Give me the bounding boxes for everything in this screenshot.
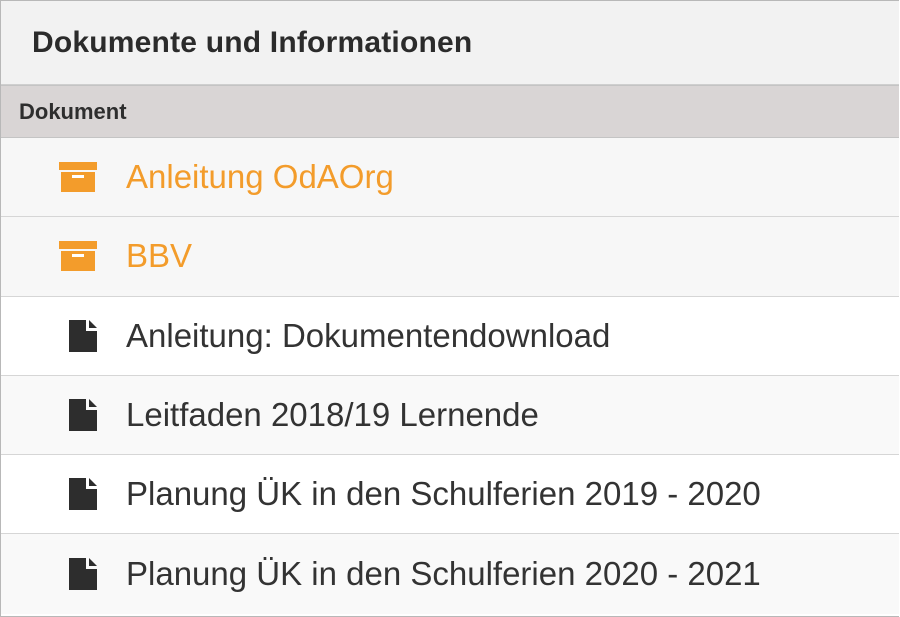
file-icon: [69, 399, 97, 432]
documents-panel: Dokumente und Informationen Dokument Anl…: [0, 0, 899, 617]
list-item-file[interactable]: Anleitung: Dokumentendownload: [1, 296, 899, 376]
list-item-label[interactable]: Planung ÜK in den Schulferien 2020 - 202…: [126, 555, 761, 593]
file-icon: [69, 319, 97, 352]
document-list: Anleitung OdAOrg BBV Anleitung: Dokument…: [1, 138, 899, 614]
column-header: Dokument: [1, 85, 899, 138]
list-item-label[interactable]: Leitfaden 2018/19 Lernende: [126, 396, 539, 434]
list-item-label[interactable]: Anleitung: Dokumentendownload: [126, 317, 610, 355]
list-item-label[interactable]: Anleitung OdAOrg: [126, 158, 394, 196]
file-icon: [69, 478, 97, 511]
list-item-label[interactable]: Planung ÜK in den Schulferien 2019 - 202…: [126, 475, 761, 513]
list-item-file[interactable]: Planung ÜK in den Schulferien 2020 - 202…: [1, 534, 899, 614]
archive-box-icon: [59, 241, 97, 272]
file-icon: [69, 558, 97, 591]
list-item-file[interactable]: Planung ÜK in den Schulferien 2019 - 202…: [1, 455, 899, 535]
list-item-folder[interactable]: Anleitung OdAOrg: [1, 138, 899, 218]
panel-header: Dokumente und Informationen: [1, 1, 899, 85]
list-item-folder[interactable]: BBV: [1, 217, 899, 297]
list-item-label[interactable]: BBV: [126, 237, 192, 275]
column-header-document: Dokument: [19, 98, 127, 124]
archive-box-icon: [59, 162, 97, 193]
list-item-file[interactable]: Leitfaden 2018/19 Lernende: [1, 375, 899, 456]
panel-title: Dokumente und Informationen: [32, 25, 473, 59]
